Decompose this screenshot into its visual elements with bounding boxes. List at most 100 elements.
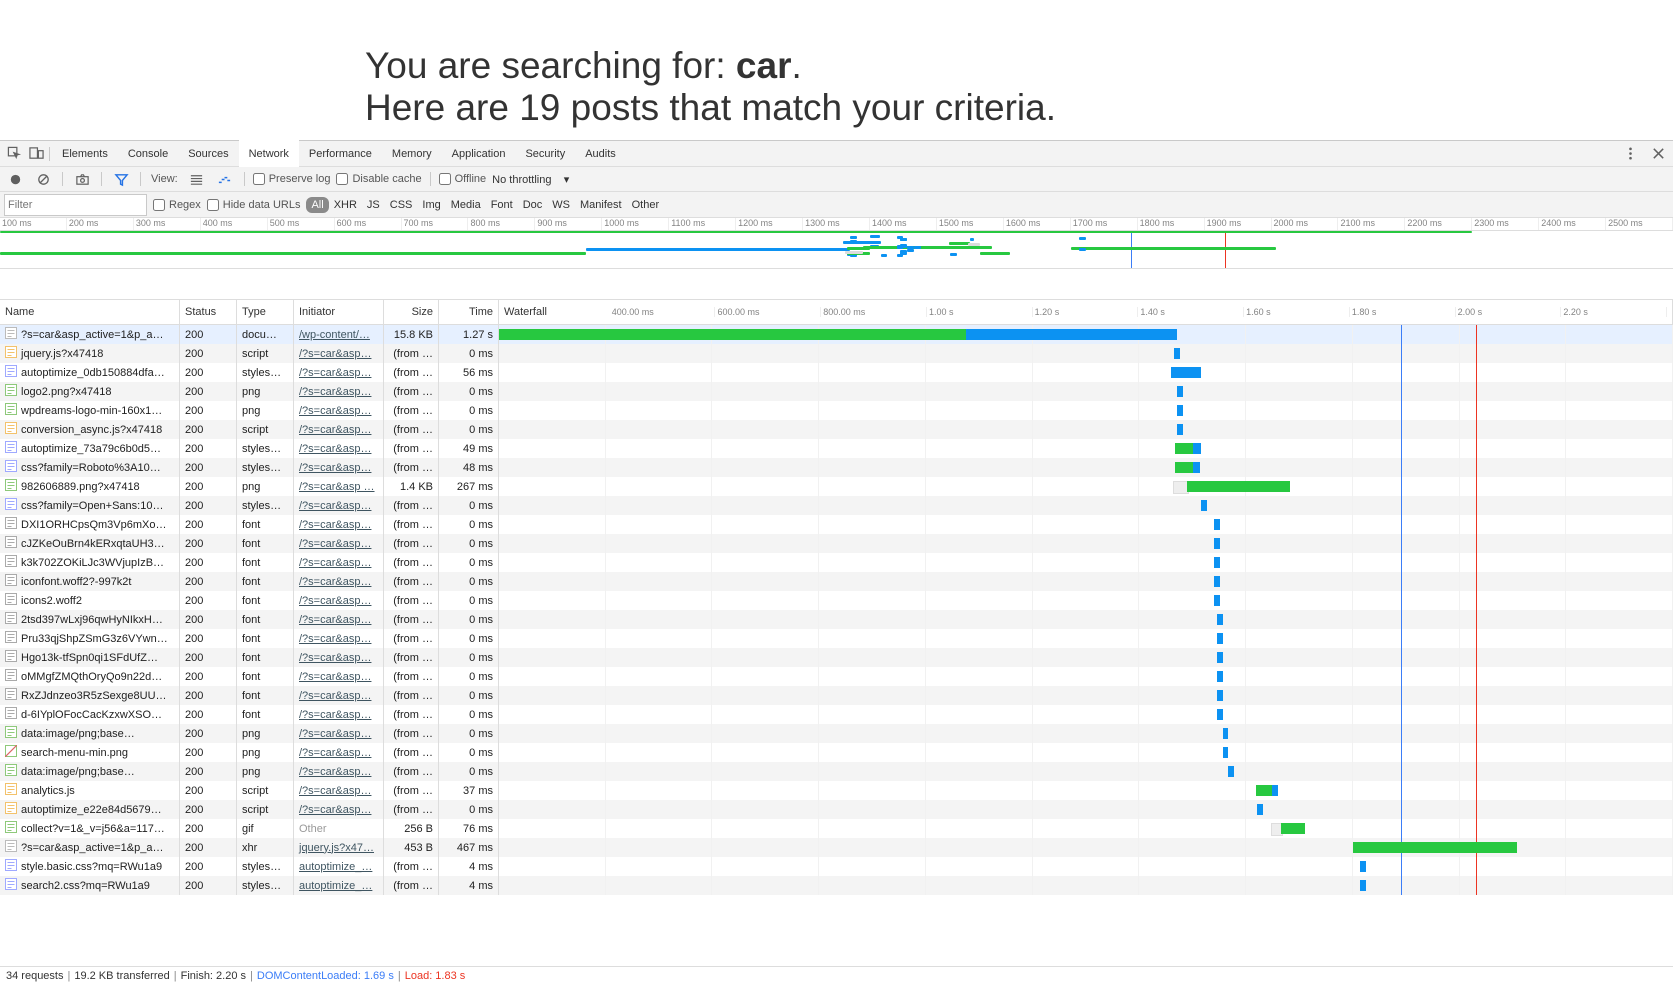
table-row[interactable]: RxZJdnzeo3R5zSexge8UU…200font/?s=car&asp… [0,686,1673,705]
table-row[interactable]: search2.css?mq=RWu1a9200styles…autoptimi… [0,876,1673,895]
cell-initiator[interactable]: /?s=car&asp… [294,515,384,534]
col-time[interactable]: Time [439,300,499,324]
filter-chip-font[interactable]: Font [486,197,518,213]
table-row[interactable]: css?family=Open+Sans:10…200styles…/?s=ca… [0,496,1673,515]
cell-initiator[interactable]: autoptimize_… [294,876,384,895]
filter-chip-js[interactable]: JS [362,197,385,213]
regex-checkbox[interactable]: Regex [153,199,201,211]
table-row[interactable]: style.basic.css?mq=RWu1a9200styles…autop… [0,857,1673,876]
table-row[interactable]: oMMgfZMQthOryQo9n22d…200font/?s=car&asp…… [0,667,1673,686]
table-row[interactable]: Pru33qjShpZSmG3z6VYwn…200font/?s=car&asp… [0,629,1673,648]
cell-initiator[interactable]: /?s=car&asp… [294,439,384,458]
disable-cache-checkbox[interactable]: Disable cache [336,173,421,185]
cell-initiator[interactable]: /?s=car&asp… [294,724,384,743]
cell-initiator[interactable]: /?s=car&asp… [294,496,384,515]
filter-chip-other[interactable]: Other [627,197,665,213]
table-row[interactable]: collect?v=1&_v=j56&a=117…200gifOther256 … [0,819,1673,838]
tab-memory[interactable]: Memory [382,141,442,166]
cell-initiator[interactable]: /?s=car&asp… [294,420,384,439]
table-row[interactable]: autoptimize_0db150884dfa…200styles…/?s=c… [0,363,1673,382]
table-row[interactable]: css?family=Roboto%3A10…200styles…/?s=car… [0,458,1673,477]
cell-initiator[interactable]: /?s=car&asp… [294,629,384,648]
table-row[interactable]: data:image/png;base…200png/?s=car&asp…(f… [0,762,1673,781]
cell-initiator[interactable]: /?s=car&asp… [294,534,384,553]
tab-sources[interactable]: Sources [178,141,238,166]
cell-initiator[interactable]: /?s=car&asp… [294,743,384,762]
filter-chip-xhr[interactable]: XHR [329,197,362,213]
cell-initiator[interactable]: /?s=car&asp… [294,762,384,781]
cell-initiator[interactable]: /?s=car&asp… [294,591,384,610]
cell-initiator[interactable]: /wp-content/… [294,325,384,344]
cell-initiator[interactable]: /?s=car&asp… [294,800,384,819]
hide-data-urls-checkbox[interactable]: Hide data URLs [207,199,301,211]
filter-chip-media[interactable]: Media [446,197,486,213]
col-waterfall[interactable]: Waterfall 400.00 ms600.00 ms800.00 ms1.0… [499,300,1673,324]
cell-initiator[interactable]: /?s=car&asp… [294,363,384,382]
close-icon[interactable] [1647,143,1669,165]
table-row[interactable]: 982606889.png?x47418200png/?s=car&asp …1… [0,477,1673,496]
table-row[interactable]: autoptimize_73a79c6b0d5…200styles…/?s=ca… [0,439,1673,458]
request-table[interactable]: ?s=car&asp_active=1&p_a…200docu…/wp-cont… [0,325,1673,938]
overview-toggle-icon[interactable] [214,168,236,190]
col-status[interactable]: Status [180,300,237,324]
preserve-log-checkbox[interactable]: Preserve log [253,173,331,185]
filter-chip-css[interactable]: CSS [385,197,418,213]
cell-initiator[interactable]: autoptimize_… [294,857,384,876]
cell-initiator[interactable]: /?s=car&asp … [294,477,384,496]
cell-initiator[interactable]: Other [294,819,384,838]
cell-initiator[interactable]: /?s=car&asp… [294,458,384,477]
filter-chip-ws[interactable]: WS [547,197,575,213]
device-toolbar-icon[interactable] [25,143,47,165]
overview-timeline[interactable]: 100 ms200 ms300 ms400 ms500 ms600 ms700 … [0,218,1673,269]
small-rows-icon[interactable] [186,168,208,190]
filter-chip-doc[interactable]: Doc [518,197,548,213]
cell-initiator[interactable]: /?s=car&asp… [294,686,384,705]
table-row[interactable]: search-menu-min.png200png/?s=car&asp…(fr… [0,743,1673,762]
cell-initiator[interactable]: /?s=car&asp… [294,401,384,420]
tab-network[interactable]: Network [239,140,299,167]
table-row[interactable]: logo2.png?x47418200png/?s=car&asp…(from … [0,382,1673,401]
cell-initiator[interactable]: /?s=car&asp… [294,667,384,686]
cell-initiator[interactable]: /?s=car&asp… [294,382,384,401]
cell-initiator[interactable]: /?s=car&asp… [294,781,384,800]
throttling-select[interactable]: No throttling ▾ [492,173,569,186]
cell-initiator[interactable]: /?s=car&asp… [294,705,384,724]
table-row[interactable]: d-6IYplOFocCacKzxwXSO…200font/?s=car&asp… [0,705,1673,724]
table-row[interactable]: icons2.woff2200font/?s=car&asp…(from …0 … [0,591,1673,610]
table-row[interactable]: Hgo13k-tfSpn0qi1SFdUfZ…200font/?s=car&as… [0,648,1673,667]
table-row[interactable]: autoptimize_e22e84d5679…200script/?s=car… [0,800,1673,819]
tab-performance[interactable]: Performance [299,141,382,166]
filter-icon[interactable] [110,168,132,190]
cell-initiator[interactable]: jquery.js?x47… [294,838,384,857]
table-row[interactable]: ?s=car&asp_active=1&p_a…200xhrjquery.js?… [0,838,1673,857]
table-row[interactable]: conversion_async.js?x47418200script/?s=c… [0,420,1673,439]
table-row[interactable]: data:image/png;base…200png/?s=car&asp…(f… [0,724,1673,743]
table-row[interactable]: k3k702ZOKiLJc3WVjupIzB…200font/?s=car&as… [0,553,1673,572]
inspect-element-icon[interactable] [3,143,25,165]
tab-application[interactable]: Application [442,141,516,166]
cell-initiator[interactable]: /?s=car&asp… [294,610,384,629]
filter-chip-img[interactable]: Img [417,197,445,213]
cell-initiator[interactable]: /?s=car&asp… [294,648,384,667]
tab-audits[interactable]: Audits [575,141,626,166]
table-row[interactable]: 2tsd397wLxj96qwHyNIkxH…200font/?s=car&as… [0,610,1673,629]
offline-checkbox[interactable]: Offline [439,173,487,185]
clear-icon[interactable] [32,168,54,190]
cell-initiator[interactable]: /?s=car&asp… [294,553,384,572]
tab-console[interactable]: Console [118,141,178,166]
table-row[interactable]: ?s=car&asp_active=1&p_a…200docu…/wp-cont… [0,325,1673,344]
cell-initiator[interactable]: /?s=car&asp… [294,344,384,363]
table-row[interactable]: jquery.js?x47418200script/?s=car&asp…(fr… [0,344,1673,363]
capture-screenshot-icon[interactable] [71,168,93,190]
col-initiator[interactable]: Initiator [294,300,384,324]
col-size[interactable]: Size [384,300,439,324]
filter-chip-manifest[interactable]: Manifest [575,197,627,213]
col-type[interactable]: Type [237,300,294,324]
tab-elements[interactable]: Elements [52,141,118,166]
col-name[interactable]: Name [0,300,180,324]
tab-security[interactable]: Security [515,141,575,166]
table-row[interactable]: DXI1ORHCpsQm3Vp6mXo…200font/?s=car&asp…(… [0,515,1673,534]
filter-chip-all[interactable]: All [306,197,328,213]
filter-input[interactable] [4,194,147,216]
table-row[interactable]: cJZKeOuBrn4kERxqtaUH3…200font/?s=car&asp… [0,534,1673,553]
